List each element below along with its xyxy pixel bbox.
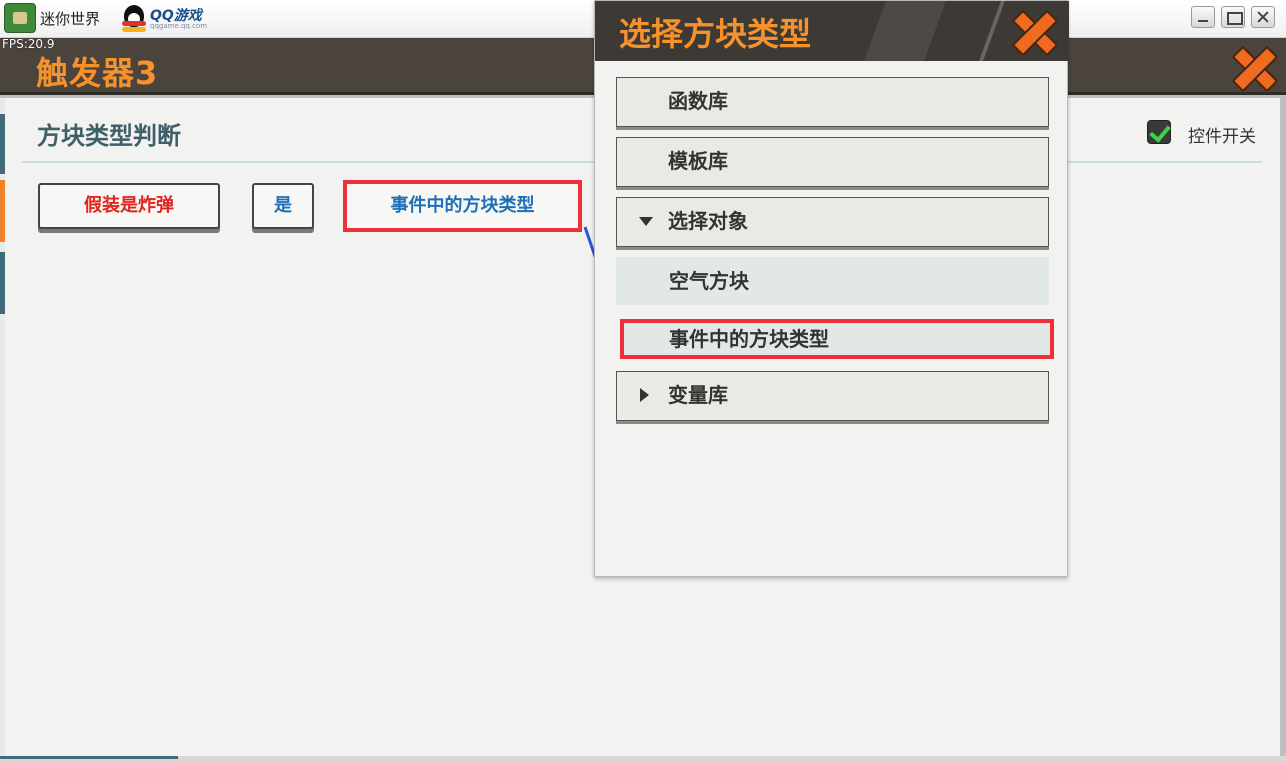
window-close-icon[interactable] <box>1251 6 1275 28</box>
select-block-type-popup: 选择方块类型 函数库 模板库 选择对象 空气方块 事件中的方块类型 变量库 <box>594 0 1069 577</box>
minimize-icon[interactable] <box>1191 6 1215 28</box>
expanded-triangle-icon <box>639 217 653 226</box>
control-switch-label: 控件开关 <box>1188 127 1256 147</box>
popup-title: 选择方块类型 <box>619 15 812 53</box>
option-label: 事件中的方块类型 <box>669 327 829 351</box>
library-item-label: 模板库 <box>668 149 728 173</box>
option-label: 空气方块 <box>669 269 749 293</box>
side-tab-1[interactable] <box>0 114 5 174</box>
maximize-icon[interactable] <box>1221 6 1245 28</box>
popup-close-icon[interactable] <box>1013 11 1053 51</box>
popup-header: 选择方块类型 <box>595 1 1069 61</box>
side-tab-3[interactable] <box>0 252 5 314</box>
library-item-functions[interactable]: 函数库 <box>616 77 1049 127</box>
option-air-block[interactable]: 空气方块 <box>616 257 1049 305</box>
option-event-block-type[interactable]: 事件中的方块类型 <box>620 319 1054 359</box>
fake-bomb-button[interactable]: 假装是炸弹 <box>38 183 220 229</box>
library-item-variables[interactable]: 变量库 <box>616 371 1049 421</box>
library-item-templates[interactable]: 模板库 <box>616 137 1049 187</box>
control-switch-checkbox[interactable] <box>1147 120 1171 144</box>
qq-penguin-icon <box>120 3 148 33</box>
panel-close-icon[interactable] <box>1233 47 1273 87</box>
partner-url: qqgame.qq.com <box>150 22 208 30</box>
collapsed-triangle-icon <box>640 388 649 402</box>
app-logo-icon <box>4 3 36 33</box>
bottom-scrollbar[interactable] <box>0 756 1286 761</box>
yes-button[interactable]: 是 <box>252 183 314 229</box>
library-item-select-object[interactable]: 选择对象 <box>616 197 1049 247</box>
side-tab-2-active[interactable] <box>0 180 5 242</box>
library-item-label: 函数库 <box>668 89 728 113</box>
app-name: 迷你世界 <box>40 10 101 28</box>
library-item-label: 选择对象 <box>668 209 748 233</box>
panel-title: 触发器3 <box>36 54 159 92</box>
event-block-type-button[interactable]: 事件中的方块类型 <box>343 180 582 232</box>
section-title: 方块类型判断 <box>37 122 181 150</box>
library-item-label: 变量库 <box>668 383 728 407</box>
right-border <box>1280 98 1286 756</box>
fps-counter: FPS:20.9 <box>2 37 55 51</box>
